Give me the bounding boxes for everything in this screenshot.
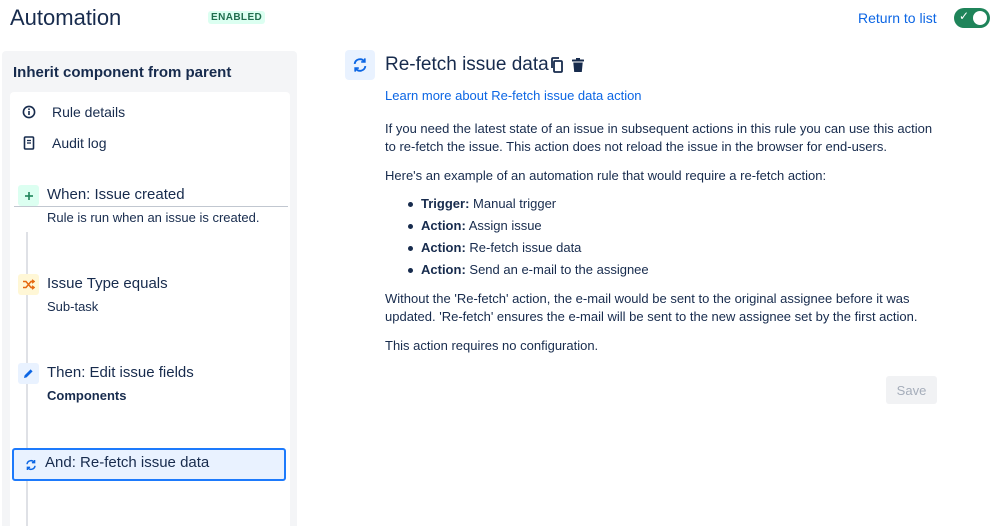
rule-enabled-toggle[interactable]: ✓	[954, 8, 990, 28]
refetch-explanation: Without the 'Re-fetch' action, the e-mai…	[385, 291, 918, 324]
rule-step-edit-issue[interactable]: Then: Edit issue fields Components	[14, 363, 286, 407]
list-item-label: Action:	[421, 262, 466, 277]
page-title: Automation	[10, 5, 122, 30]
sidebar-panel: Rule details Audit log When: Issue creat…	[10, 92, 290, 526]
copy-icon[interactable]	[548, 56, 566, 74]
refresh-icon	[20, 454, 41, 475]
toggle-knob	[973, 11, 987, 25]
action-title: Re-fetch issue data	[385, 54, 549, 75]
sidebar-item-rule-details[interactable]: Rule details	[20, 100, 280, 124]
trash-icon[interactable]	[569, 56, 587, 74]
sidebar-item-audit-log[interactable]: Audit log	[20, 131, 280, 155]
refresh-icon	[345, 50, 375, 80]
status-badge: ENABLED	[208, 11, 266, 24]
learn-more-link[interactable]: Learn more about Re-fetch issue data act…	[385, 88, 642, 103]
step-title: When: Issue created	[47, 186, 185, 203]
check-icon: ✓	[959, 9, 970, 23]
step-title: Then: Edit issue fields	[47, 364, 194, 381]
step-subtitle: Rule is run when an issue is created.	[47, 210, 260, 225]
no-config-note: This action requires no configuration.	[385, 338, 599, 353]
pencil-icon	[18, 363, 39, 384]
list-item: Trigger: Manual trigger	[407, 195, 907, 213]
list-item-text: Send an e-mail to the assignee	[469, 262, 649, 277]
save-button[interactable]: Save	[886, 376, 937, 404]
step-subtitle: Components	[47, 388, 127, 403]
shuffle-icon	[18, 274, 39, 295]
rule-step-trigger[interactable]: When: Issue created Rule is run when an …	[14, 185, 286, 229]
rule-step-condition[interactable]: Issue Type equals Sub-task	[14, 274, 286, 318]
list-item-label: Action:	[421, 240, 466, 255]
example-list: Trigger: Manual trigger Action: Assign i…	[407, 195, 907, 283]
document-icon	[20, 134, 38, 152]
app-header: Automation ENABLED Return to list ✓	[0, 0, 999, 40]
rule-step-refetch-selected[interactable]: And: Re-fetch issue data	[12, 448, 286, 481]
rule-sidebar: Inherit component from parent Rule detai…	[2, 51, 297, 526]
list-item-text: Assign issue	[468, 218, 542, 233]
step-subtitle: Sub-task	[47, 299, 99, 314]
return-to-list-link[interactable]: Return to list	[858, 10, 937, 26]
sidebar-item-label: Rule details	[52, 104, 126, 120]
list-item: Action: Assign issue	[407, 217, 907, 235]
action-detail-panel: Re-fetch issue data Learn more about Re-…	[345, 50, 945, 526]
step-title: And: Re-fetch issue data	[45, 454, 210, 471]
sidebar-item-label: Audit log	[52, 135, 107, 151]
list-item-text: Manual trigger	[473, 196, 557, 211]
list-item-label: Action:	[421, 218, 466, 233]
list-item: Action: Re-fetch issue data	[407, 239, 907, 257]
plus-icon	[18, 185, 39, 206]
list-item: Action: Send an e-mail to the assignee	[407, 261, 907, 279]
step-title: Issue Type equals	[47, 275, 168, 292]
description-paragraph: If you need the latest state of an issue…	[385, 121, 933, 154]
sidebar-heading: Inherit component from parent	[13, 64, 232, 81]
list-item-text: Re-fetch issue data	[469, 240, 582, 255]
example-intro: Here's an example of an automation rule …	[385, 168, 827, 183]
list-item-label: Trigger:	[421, 196, 470, 211]
info-icon	[20, 103, 38, 121]
